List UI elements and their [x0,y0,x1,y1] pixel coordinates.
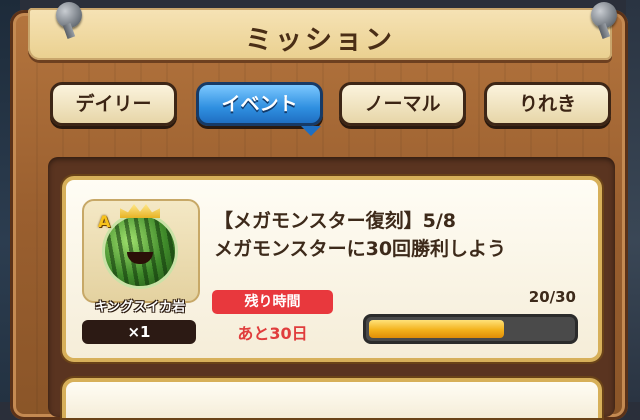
reward-grade-badge: A [98,212,111,231]
tab-history[interactable]: りれき [484,82,611,126]
progress-bar [363,314,578,344]
title-plank: ミッション [28,8,612,60]
progress-count: 20/30 [528,288,576,306]
progress-bar-fill [369,320,504,338]
time-remaining-label: 残り時間 [212,290,333,314]
pin-icon [56,2,82,28]
active-tab-pointer-icon [301,126,321,136]
tab-daily[interactable]: デイリー [50,82,177,126]
time-remaining-value: あと30日 [237,324,308,343]
reward-name: キングスイカ岩 [94,300,186,315]
tab-normal[interactable]: ノーマル [339,82,466,126]
king-watermelon-rock-icon [105,216,175,286]
melon-stripes [105,216,175,286]
background-right [626,0,640,402]
mission-description: メガモンスターに30回勝利しよう [214,238,507,260]
page-title: ミッション [245,25,395,56]
mission-card[interactable] [62,378,602,418]
reward-quantity: ×1 [82,320,196,344]
pin-icon [591,2,617,28]
mission-title: 【メガモンスター復刻】5/8 [214,210,457,232]
tab-bar: デイリー イベント ノーマル りれき [50,82,611,136]
tab-event[interactable]: イベント [196,82,323,126]
